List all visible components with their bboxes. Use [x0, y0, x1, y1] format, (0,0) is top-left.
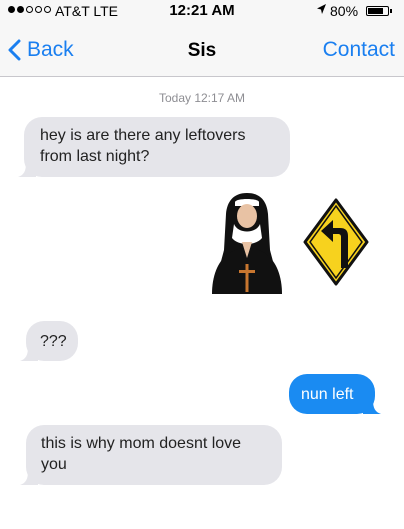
bubble-tail [18, 163, 36, 177]
message-text: ??? [40, 333, 67, 350]
status-bar: AT&T LTE 12:21 AM 80% [0, 0, 404, 22]
message-text: hey is are there any leftovers from last… [40, 127, 246, 165]
navigation-bar: Back Sis Contact [0, 22, 404, 77]
contact-button[interactable]: Contact [323, 38, 395, 62]
message-text: this is why mom doesnt love you [41, 435, 242, 473]
left-turn-sign-emoji[interactable] [303, 198, 369, 286]
battery-percentage: 80% [330, 3, 359, 19]
location-arrow-icon [316, 3, 327, 18]
back-label: Back [27, 38, 74, 61]
incoming-message-bubble[interactable]: this is why mom doesnt love you [20, 425, 282, 485]
incoming-message-bubble[interactable]: ??? [20, 321, 78, 361]
incoming-message-bubble[interactable]: hey is are there any leftovers from last… [18, 117, 290, 177]
message-timestamp: Today 12:17 AM [158, 91, 246, 105]
bubble-tail [20, 347, 38, 361]
outgoing-message-bubble[interactable]: nun left [289, 374, 381, 414]
chevron-left-icon [8, 39, 21, 61]
battery-icon [366, 6, 392, 16]
bubble-tail [20, 471, 38, 485]
bubble-tail [363, 400, 381, 414]
message-text: nun left [301, 386, 354, 403]
back-button[interactable]: Back [8, 38, 74, 62]
nun-emoji[interactable] [200, 190, 295, 296]
